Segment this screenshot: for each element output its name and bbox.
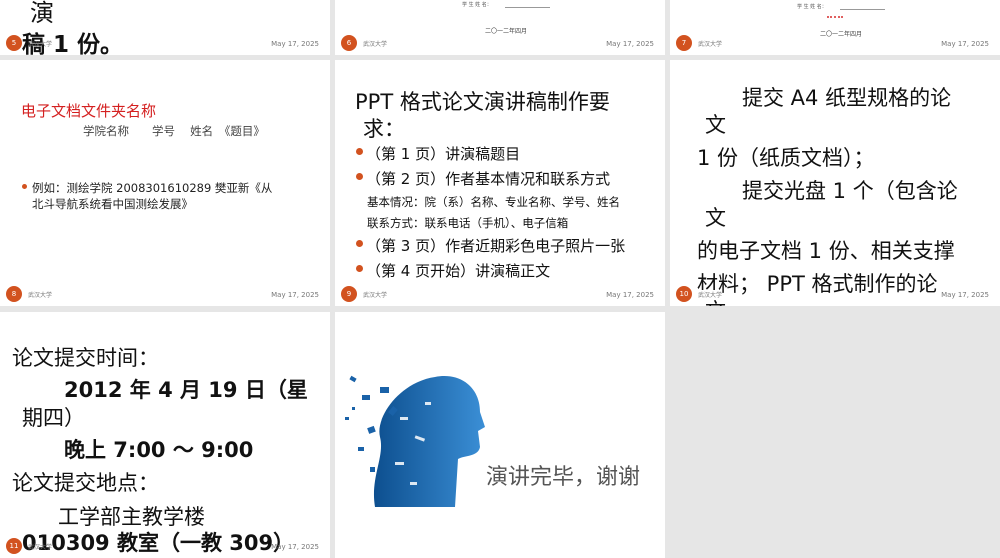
slide-thumbnail-11[interactable]: 论文提交时间： 2012 年 4 月 19 日（星 期四） 晚上 7:00 ～ …: [0, 312, 330, 558]
slide-thumbnail-6[interactable]: 学 生 姓 名： 二〇一二年四月 6 武汉大学 May 17, 2025: [335, 0, 665, 55]
bullet-icon: [356, 265, 363, 272]
slide-title: PPT 格式论文演讲稿制作要: [355, 90, 610, 114]
slide-text: 期四）: [22, 406, 85, 430]
slide-fields: 学院名称 学号 姓名 《题目》: [83, 124, 265, 138]
footer-org: 武汉大学: [28, 41, 53, 48]
slide-example-line: 例如：测绘学院 2008301610289 樊亚新《从: [32, 181, 273, 195]
footer-date: May 17, 2025: [606, 291, 654, 299]
slide-number-badge: 10: [676, 286, 692, 302]
slide-text: 材料； PPT 格式制作的论: [697, 272, 938, 296]
footer-date: May 17, 2025: [271, 291, 319, 299]
slide-text: 010309 教室（一教 309）: [22, 531, 295, 555]
closing-text: 演讲完毕，谢谢: [486, 465, 641, 490]
name-underline: [505, 7, 550, 8]
slide-text: 论文提交地点：: [12, 471, 159, 495]
slide-title: 电子文档文件夹名称: [21, 102, 157, 120]
footer-date: May 17, 2025: [941, 291, 989, 299]
slide-text: 晚上 7:00 ～ 9:00: [64, 438, 254, 462]
slide-thumbnail-12[interactable]: 演讲完毕，谢谢: [335, 312, 665, 558]
slide-number-badge: 8: [6, 286, 22, 302]
slide-number-badge: 7: [676, 35, 692, 51]
slide-title: 求：: [363, 117, 405, 141]
slide-text: 2012 年 4 月 19 日（星: [64, 378, 308, 402]
sub-text: 联系方式：联系电话（手机）、电子信箱: [367, 216, 569, 230]
student-name-label: 学 生 姓 名：: [462, 2, 492, 8]
student-name-label: 学 生 姓 名：: [797, 4, 827, 10]
date-cn: 二〇一二年四月: [485, 28, 528, 35]
footer-date: May 17, 2025: [271, 40, 319, 48]
bullet-text: （第 2 页）作者基本情况和联系方式: [366, 170, 611, 188]
red-note: [827, 16, 843, 18]
slide-number-badge: 5: [6, 35, 22, 51]
footer-date: May 17, 2025: [606, 40, 654, 48]
slide-text: 文: [705, 206, 726, 230]
slide-thumbnail-7[interactable]: 学 生 姓 名： 二〇一二年四月 7 武汉大学 May 17, 2025: [670, 0, 1000, 55]
slide-number-badge: 9: [341, 286, 357, 302]
bullet-text: （第 3 页）作者近期彩色电子照片一张: [366, 237, 626, 255]
slide-text: 1 份（纸质文档）；: [697, 146, 875, 170]
slide-text: 提交光盘 1 个（包含论: [742, 179, 958, 203]
slide-thumbnail-9[interactable]: PPT 格式论文演讲稿制作要 求： （第 1 页）讲演稿题目 （第 2 页）作者…: [335, 60, 665, 306]
slide-text: 的电子文档 1 份、相关支撑: [697, 239, 955, 263]
date-cn: 二〇一二年四月: [820, 31, 863, 38]
name-underline: [840, 9, 885, 10]
slide-number-badge: 11: [6, 538, 22, 554]
sub-text: 基本情况：院（系）名称、专业名称、学号、姓名: [367, 195, 620, 209]
footer-org: 武汉大学: [28, 544, 53, 551]
footer-org: 武汉大学: [363, 292, 388, 299]
bullet-icon: [356, 240, 363, 247]
footer-date: May 17, 2025: [271, 543, 319, 551]
bullet-text: （第 1 页）讲演稿题目: [366, 145, 521, 163]
footer-date: May 17, 2025: [941, 40, 989, 48]
footer-org: 武汉大学: [363, 41, 388, 48]
slide-text: 文: [705, 113, 726, 137]
slide-thumbnail-10[interactable]: 提交 A4 纸型规格的论 文 1 份（纸质文档）； 提交光盘 1 个（包含论 文…: [670, 60, 1000, 306]
footer-org: 武汉大学: [698, 290, 723, 299]
footer-org: 武汉大学: [698, 41, 723, 48]
slide-thumbnail-5[interactable]: 演 稿 1 份。 5 武汉大学 May 17, 2025: [0, 0, 330, 55]
bullet-icon: [356, 148, 363, 155]
ai-head-image: [345, 375, 485, 507]
bullet-text: （第 4 页开始）讲演稿正文: [366, 262, 551, 280]
empty-grid-area: [665, 307, 1000, 556]
slide-text: 论文提交时间：: [12, 346, 159, 370]
slide-text: 提交 A4 纸型规格的论: [742, 86, 952, 110]
bullet-icon: [356, 173, 363, 180]
slide-example-line: 北斗导航系统看中国测绘发展》: [32, 197, 193, 211]
slide-text: 演: [30, 0, 54, 27]
slide-number-badge: 6: [341, 35, 357, 51]
footer-org: 武汉大学: [28, 292, 53, 299]
slide-thumbnail-8[interactable]: 电子文档文件夹名称 学院名称 学号 姓名 《题目》 例如：测绘学院 200830…: [0, 60, 330, 306]
bullet-icon: [22, 184, 27, 189]
